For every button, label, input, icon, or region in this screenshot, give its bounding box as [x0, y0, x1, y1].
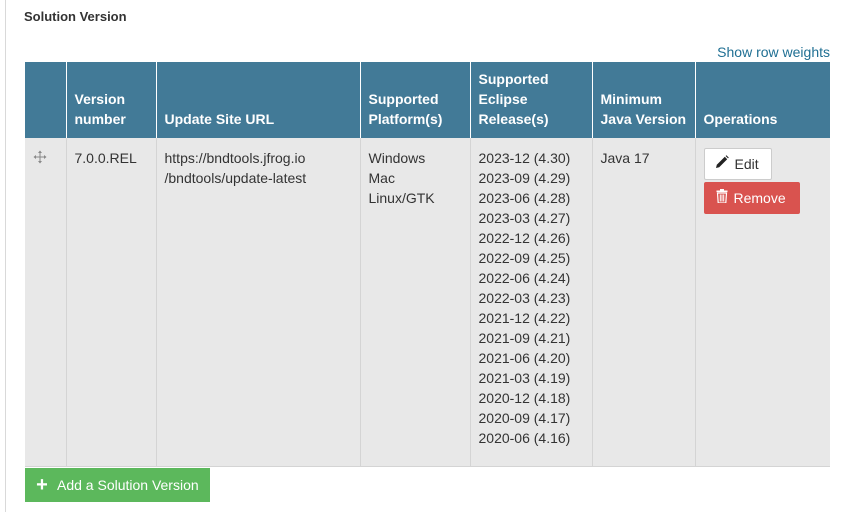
eclipse-release-item: 2022-09 (4.25): [478, 250, 571, 266]
eclipse-release-item: 2023-09 (4.29): [478, 170, 571, 186]
eclipse-releases-cell: 2023-12 (4.30) 2023-09 (4.29) 2023-06 (4…: [469, 138, 592, 467]
table-header-row: Version number Update Site URL Supported…: [25, 62, 830, 138]
header-supported-platforms: Supported Platform(s): [359, 62, 470, 138]
eclipse-release-item: 2022-06 (4.24): [478, 270, 571, 286]
pencil-icon: [715, 154, 729, 174]
drag-cell: [25, 138, 66, 467]
platform-item: Linux/GTK: [368, 190, 435, 206]
eclipse-release-item: 2023-12 (4.30): [478, 150, 571, 166]
version-cell: 7.0.0.REL: [65, 138, 156, 467]
eclipse-release-item: 2021-12 (4.22): [478, 310, 571, 326]
eclipse-release-item: 2020-12 (4.18): [478, 390, 571, 406]
add-solution-version-button[interactable]: + Add a Solution Version: [25, 468, 210, 502]
eclipse-release-item: 2023-06 (4.28): [478, 190, 571, 206]
trash-icon: [716, 188, 728, 208]
table-row: 7.0.0.REL https://bndtools.jfrog.io /bnd…: [25, 138, 830, 467]
java-version-cell: Java 17: [591, 138, 695, 467]
add-solution-version-label: Add a Solution Version: [57, 477, 199, 493]
edit-button-label: Edit: [734, 156, 759, 172]
eclipse-release-item: 2020-06 (4.16): [478, 430, 571, 446]
eclipse-release-item: 2022-03 (4.23): [478, 290, 571, 306]
solution-version-table: Version number Update Site URL Supported…: [25, 62, 830, 467]
eclipse-release-item: 2021-03 (4.19): [478, 370, 571, 386]
section-title: Solution Version: [24, 9, 127, 24]
platforms-cell: Windows Mac Linux/GTK: [359, 138, 470, 467]
panel-border: [5, 0, 6, 512]
platform-item: Mac: [368, 170, 395, 186]
edit-button[interactable]: Edit: [703, 148, 772, 180]
header-version-number: Version number: [65, 62, 156, 138]
url-cell: https://bndtools.jfrog.io /bndtools/upda…: [155, 138, 360, 467]
eclipse-release-item: 2022-12 (4.26): [478, 230, 571, 246]
platform-item: Windows: [368, 150, 426, 166]
drag-handle-icon[interactable]: [33, 150, 47, 164]
header-drag: [25, 62, 66, 138]
plus-icon: +: [36, 474, 48, 496]
eclipse-release-item: 2020-09 (4.17): [478, 410, 571, 426]
operations-cell: Edit Remove: [694, 138, 830, 467]
header-operations: Operations: [694, 62, 830, 138]
url-line-1: https://bndtools.jfrog.io: [164, 150, 306, 166]
header-supported-eclipse-releases: Supported Eclipse Release(s): [469, 62, 592, 138]
url-line-2: /bndtools/update-latest: [164, 170, 307, 186]
header-minimum-java-version: Minimum Java Version: [591, 62, 695, 138]
header-update-site-url: Update Site URL: [155, 62, 360, 138]
eclipse-release-item: 2021-09 (4.21): [478, 330, 571, 346]
remove-button-label: Remove: [733, 190, 786, 206]
show-row-weights-link[interactable]: Show row weights: [717, 44, 830, 60]
eclipse-release-item: 2023-03 (4.27): [478, 210, 571, 226]
eclipse-release-item: 2021-06 (4.20): [478, 350, 571, 366]
remove-button[interactable]: Remove: [703, 182, 800, 214]
